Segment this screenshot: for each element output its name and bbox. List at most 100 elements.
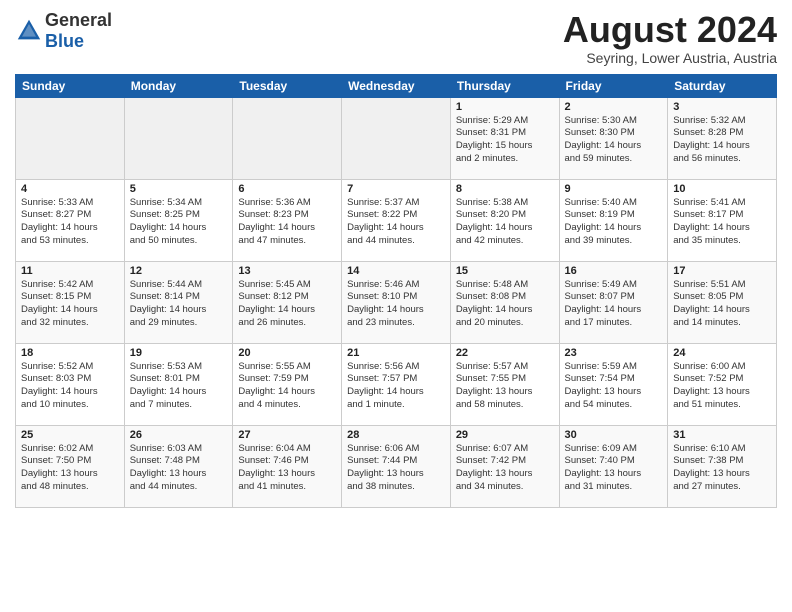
day-info: Sunrise: 6:04 AM Sunset: 7:46 PM Dayligh… — [238, 443, 336, 494]
table-row: 7Sunrise: 5:37 AM Sunset: 8:22 PM Daylig… — [342, 179, 451, 261]
table-row: 11 Sunrise: 5:42 AM Sunset: 8:15 PM Dayli… — [16, 261, 125, 343]
table-row — [233, 97, 342, 179]
table-row: 25 Sunrise: 6:02 AM Sunset: 7:50 PM Dayli… — [16, 425, 125, 507]
day-info: Sunrise: 5:42 AM Sunset: 8:15 PM Dayligh… — [21, 279, 119, 330]
day-info: Sunrise: 6:03 AM Sunset: 7:48 PM Dayligh… — [130, 443, 228, 494]
table-row: 21 Sunrise: 5:56 AM Sunset: 7:57 PM Dayli… — [342, 343, 451, 425]
table-row: 22 Sunrise: 5:57 AM Sunset: 7:55 PM Dayli… — [450, 343, 559, 425]
table-row: 23 Sunrise: 5:59 AM Sunset: 7:54 PM Dayli… — [559, 343, 668, 425]
day-number: 7 — [347, 183, 445, 195]
day-info: Sunrise: 5:57 AM Sunset: 7:55 PM Dayligh… — [456, 361, 554, 412]
day-info: Sunrise: 5:59 AM Sunset: 7:54 PM Dayligh… — [565, 361, 663, 412]
day-number: 10 — [673, 183, 771, 195]
table-row: 15Sunrise: 5:48 AM Sunset: 8:08 PM Dayli… — [450, 261, 559, 343]
day-info: Sunrise: 5:32 AM Sunset: 8:28 PM Dayligh… — [673, 115, 771, 166]
table-row: 30 Sunrise: 6:09 AM Sunset: 7:40 PM Dayli… — [559, 425, 668, 507]
table-row: 17 Sunrise: 5:51 AM Sunset: 8:05 PM Dayli… — [668, 261, 777, 343]
location: Seyring, Lower Austria, Austria — [563, 50, 777, 66]
day-info: Sunrise: 6:02 AM Sunset: 7:50 PM Dayligh… — [21, 443, 119, 494]
day-number: 23 — [565, 347, 663, 359]
table-row: 16 Sunrise: 5:49 AM Sunset: 8:07 PM Dayli… — [559, 261, 668, 343]
table-row: 9 Sunrise: 5:40 AM Sunset: 8:19 PM Daylig… — [559, 179, 668, 261]
table-row — [16, 97, 125, 179]
page: General Blue August 2024 Seyring, Lower … — [0, 0, 792, 612]
day-info: Sunrise: 5:44 AM Sunset: 8:14 PM Dayligh… — [130, 279, 228, 330]
day-info: Sunrise: 5:38 AM Sunset: 8:20 PM Dayligh… — [456, 197, 554, 248]
day-number: 14 — [347, 265, 445, 277]
day-number: 6 — [238, 183, 336, 195]
day-info: Sunrise: 5:34 AM Sunset: 8:25 PM Dayligh… — [130, 197, 228, 248]
table-row: 26Sunrise: 6:03 AM Sunset: 7:48 PM Dayli… — [124, 425, 233, 507]
day-number: 12 — [130, 265, 228, 277]
day-number: 5 — [130, 183, 228, 195]
day-number: 9 — [565, 183, 663, 195]
col-thursday: Thursday — [450, 74, 559, 97]
table-row — [124, 97, 233, 179]
day-number: 19 — [130, 347, 228, 359]
day-number: 13 — [238, 265, 336, 277]
week-row-3: 11 Sunrise: 5:42 AM Sunset: 8:15 PM Dayli… — [16, 261, 777, 343]
col-monday: Monday — [124, 74, 233, 97]
day-number: 3 — [673, 101, 771, 113]
day-info: Sunrise: 5:51 AM Sunset: 8:05 PM Dayligh… — [673, 279, 771, 330]
table-row: 1 Sunrise: 5:29 AM Sunset: 8:31 PM Daylig… — [450, 97, 559, 179]
col-sunday: Sunday — [16, 74, 125, 97]
calendar: Sunday Monday Tuesday Wednesday Thursday… — [15, 74, 777, 508]
table-row: 19Sunrise: 5:53 AM Sunset: 8:01 PM Dayli… — [124, 343, 233, 425]
day-info: Sunrise: 5:46 AM Sunset: 8:10 PM Dayligh… — [347, 279, 445, 330]
table-row: 5 Sunrise: 5:34 AM Sunset: 8:25 PM Daylig… — [124, 179, 233, 261]
day-info: Sunrise: 6:07 AM Sunset: 7:42 PM Dayligh… — [456, 443, 554, 494]
day-number: 28 — [347, 429, 445, 441]
day-number: 27 — [238, 429, 336, 441]
table-row: 10 Sunrise: 5:41 AM Sunset: 8:17 PM Dayli… — [668, 179, 777, 261]
header: General Blue August 2024 Seyring, Lower … — [15, 10, 777, 66]
day-number: 1 — [456, 101, 554, 113]
day-number: 11 — [21, 265, 119, 277]
day-info: Sunrise: 5:33 AM Sunset: 8:27 PM Dayligh… — [21, 197, 119, 248]
col-saturday: Saturday — [668, 74, 777, 97]
table-row: 6Sunrise: 5:36 AM Sunset: 8:23 PM Daylig… — [233, 179, 342, 261]
day-info: Sunrise: 5:45 AM Sunset: 8:12 PM Dayligh… — [238, 279, 336, 330]
day-number: 24 — [673, 347, 771, 359]
day-number: 31 — [673, 429, 771, 441]
day-number: 16 — [565, 265, 663, 277]
table-row: 28Sunrise: 6:06 AM Sunset: 7:44 PM Dayli… — [342, 425, 451, 507]
logo-icon — [15, 17, 43, 45]
week-row-1: 1 Sunrise: 5:29 AM Sunset: 8:31 PM Daylig… — [16, 97, 777, 179]
day-number: 30 — [565, 429, 663, 441]
day-info: Sunrise: 5:56 AM Sunset: 7:57 PM Dayligh… — [347, 361, 445, 412]
table-row: 3 Sunrise: 5:32 AM Sunset: 8:28 PM Daylig… — [668, 97, 777, 179]
col-tuesday: Tuesday — [233, 74, 342, 97]
col-wednesday: Wednesday — [342, 74, 451, 97]
day-info: Sunrise: 5:55 AM Sunset: 7:59 PM Dayligh… — [238, 361, 336, 412]
logo-blue: Blue — [45, 31, 84, 51]
day-info: Sunrise: 5:48 AM Sunset: 8:08 PM Dayligh… — [456, 279, 554, 330]
title-block: August 2024 Seyring, Lower Austria, Aust… — [563, 10, 777, 66]
month-year: August 2024 — [563, 10, 777, 50]
day-info: Sunrise: 6:09 AM Sunset: 7:40 PM Dayligh… — [565, 443, 663, 494]
table-row: 20Sunrise: 5:55 AM Sunset: 7:59 PM Dayli… — [233, 343, 342, 425]
day-number: 17 — [673, 265, 771, 277]
day-info: Sunrise: 5:29 AM Sunset: 8:31 PM Dayligh… — [456, 115, 554, 166]
calendar-header-row: Sunday Monday Tuesday Wednesday Thursday… — [16, 74, 777, 97]
table-row: 29Sunrise: 6:07 AM Sunset: 7:42 PM Dayli… — [450, 425, 559, 507]
table-row: 27 Sunrise: 6:04 AM Sunset: 7:46 PM Dayli… — [233, 425, 342, 507]
table-row: 13 Sunrise: 5:45 AM Sunset: 8:12 PM Dayli… — [233, 261, 342, 343]
table-row: 24 Sunrise: 6:00 AM Sunset: 7:52 PM Dayli… — [668, 343, 777, 425]
day-number: 8 — [456, 183, 554, 195]
day-info: Sunrise: 5:40 AM Sunset: 8:19 PM Dayligh… — [565, 197, 663, 248]
day-number: 22 — [456, 347, 554, 359]
day-number: 21 — [347, 347, 445, 359]
day-number: 25 — [21, 429, 119, 441]
week-row-4: 18Sunrise: 5:52 AM Sunset: 8:03 PM Dayli… — [16, 343, 777, 425]
day-info: Sunrise: 5:49 AM Sunset: 8:07 PM Dayligh… — [565, 279, 663, 330]
day-info: Sunrise: 5:52 AM Sunset: 8:03 PM Dayligh… — [21, 361, 119, 412]
day-info: Sunrise: 6:00 AM Sunset: 7:52 PM Dayligh… — [673, 361, 771, 412]
day-info: Sunrise: 5:41 AM Sunset: 8:17 PM Dayligh… — [673, 197, 771, 248]
day-number: 4 — [21, 183, 119, 195]
col-friday: Friday — [559, 74, 668, 97]
logo-general: General — [45, 10, 112, 30]
table-row: 31Sunrise: 6:10 AM Sunset: 7:38 PM Dayli… — [668, 425, 777, 507]
table-row: 4 Sunrise: 5:33 AM Sunset: 8:27 PM Daylig… — [16, 179, 125, 261]
table-row: 18Sunrise: 5:52 AM Sunset: 8:03 PM Dayli… — [16, 343, 125, 425]
